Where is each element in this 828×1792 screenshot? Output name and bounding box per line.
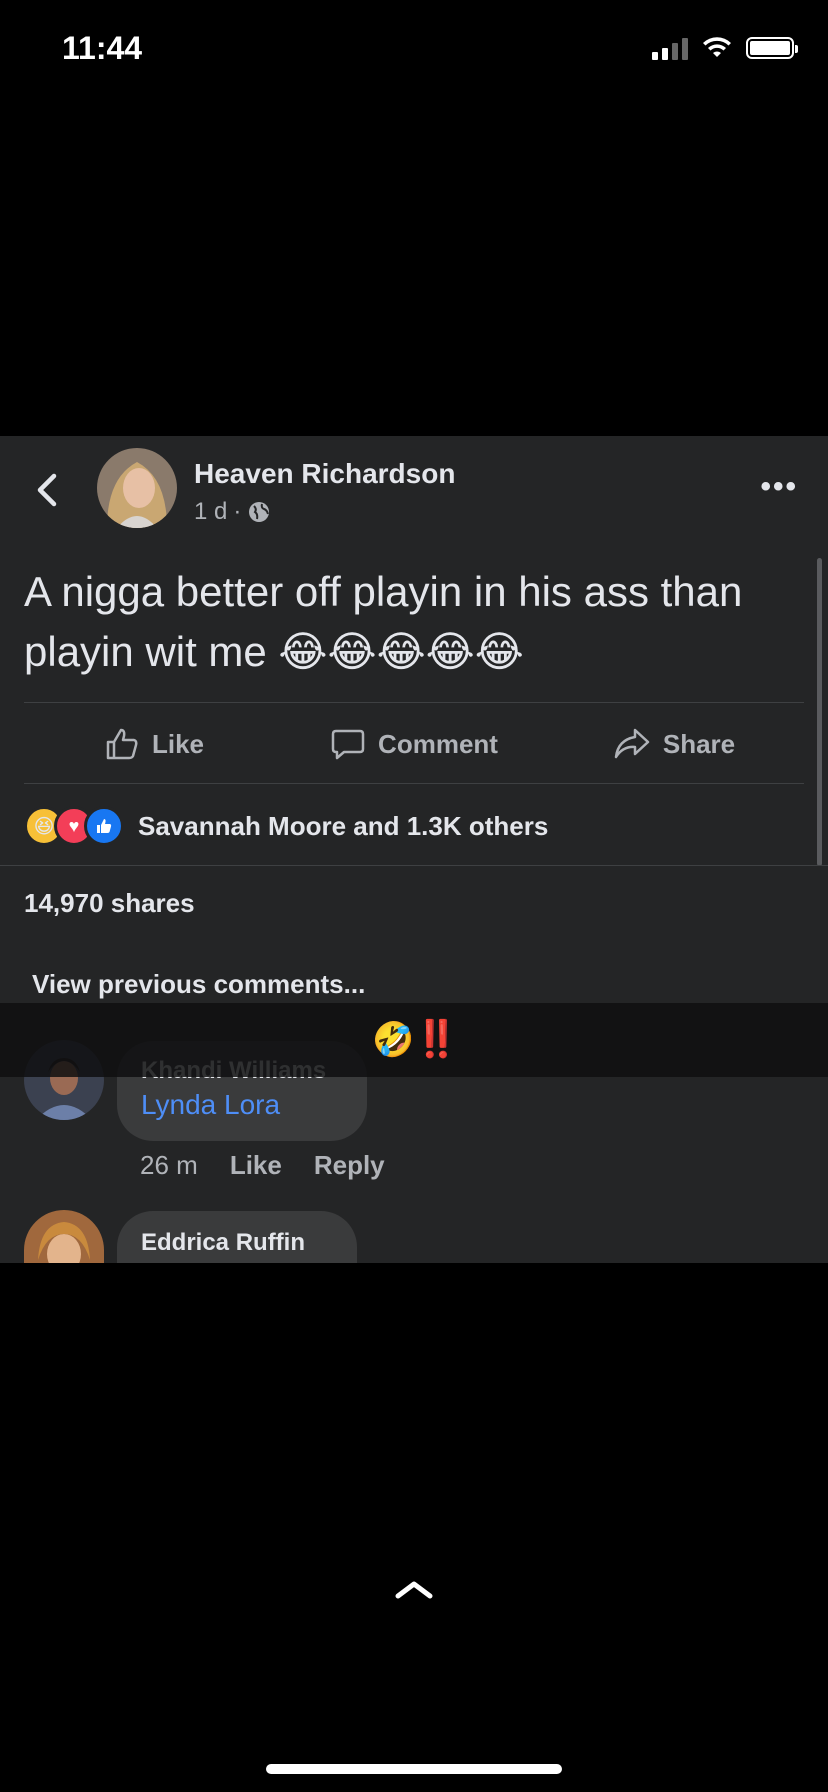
more-options-icon[interactable]: ••• xyxy=(760,470,798,504)
divider-bottom xyxy=(24,783,804,784)
scrollbar[interactable] xyxy=(817,558,822,866)
status-icons xyxy=(652,36,798,60)
author-name[interactable]: Heaven Richardson xyxy=(194,458,455,490)
share-button[interactable]: Share xyxy=(544,704,804,784)
reaction-icons: 😆 ♥ xyxy=(24,806,124,846)
like-button[interactable]: Like xyxy=(24,704,284,784)
divider-top xyxy=(24,702,804,703)
divider-reactions xyxy=(0,865,828,866)
share-count[interactable]: 14,970 shares xyxy=(24,888,195,919)
post-card xyxy=(0,436,828,1263)
comment-label: Comment xyxy=(378,728,498,759)
comment-like-button[interactable]: Like xyxy=(230,1150,282,1181)
reactions-summary[interactable]: 😆 ♥ Savannah Moore and 1.3K others xyxy=(24,806,548,846)
view-previous-comments[interactable]: View previous comments... xyxy=(32,969,365,1000)
post-text: A nigga better off playin in his ass tha… xyxy=(24,568,743,675)
thumbs-up-icon xyxy=(106,728,138,760)
like-label: Like xyxy=(151,728,205,759)
home-indicator[interactable] xyxy=(266,1764,562,1774)
commenter-name-2[interactable]: Eddrica Ruffin xyxy=(141,1229,333,1257)
comment-reply-button[interactable]: Reply xyxy=(314,1150,385,1181)
comment-mention[interactable]: Lynda Lora xyxy=(141,1089,343,1121)
rofl-emoji: 🤣 xyxy=(372,1021,415,1059)
comment-bubble-2[interactable]: Eddrica Ruffin xyxy=(117,1211,357,1263)
like-icon xyxy=(84,806,124,846)
comment-actions: 26 m Like Reply xyxy=(140,1150,385,1181)
comment-icon xyxy=(331,729,365,760)
back-chevron-icon[interactable] xyxy=(28,470,68,510)
comment-time: 26 m xyxy=(140,1150,198,1180)
double-exclamation: ‼️ xyxy=(414,1018,460,1059)
post-meta: 1 d · xyxy=(194,498,271,526)
post-time: 1 d xyxy=(194,498,228,525)
meta-separator: · xyxy=(233,498,242,525)
wifi-icon xyxy=(703,37,731,57)
comment-button[interactable]: Comment xyxy=(284,704,544,784)
globe-icon xyxy=(249,502,270,522)
post-actions: Like Comment Share xyxy=(24,704,804,784)
overlay-emoji: 🤣‼️ xyxy=(372,1018,459,1060)
author-avatar[interactable] xyxy=(97,448,177,528)
chevron-up-icon[interactable] xyxy=(394,1578,434,1602)
status-time: 11:44 xyxy=(62,30,143,66)
reaction-summary-text: Savannah Moore and 1.3K others xyxy=(138,810,549,841)
share-label: Share xyxy=(662,728,736,759)
battery-icon xyxy=(746,37,798,59)
signal-icon xyxy=(652,36,688,60)
share-arrow-icon xyxy=(614,728,650,759)
